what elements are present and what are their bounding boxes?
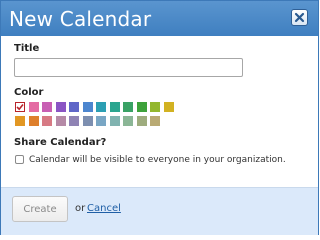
dialog-title: New Calendar [9, 7, 152, 31]
color-swatch[interactable] [83, 116, 93, 126]
color-swatch[interactable] [110, 102, 120, 112]
title-label: Title [14, 43, 40, 54]
cancel-link[interactable]: Cancel [87, 203, 121, 214]
color-swatch[interactable] [56, 102, 66, 112]
or-text: or [75, 203, 86, 214]
color-swatch[interactable] [150, 116, 160, 126]
color-swatch[interactable] [96, 102, 106, 112]
color-swatch[interactable] [96, 116, 106, 126]
color-swatch[interactable] [137, 116, 147, 126]
color-swatch[interactable] [42, 116, 52, 126]
color-swatch[interactable] [15, 116, 25, 126]
checkmark-icon [16, 103, 24, 111]
dialog-header: New Calendar [1, 1, 318, 36]
color-swatch[interactable] [164, 102, 174, 112]
color-swatch[interactable] [123, 102, 133, 112]
color-swatch[interactable] [56, 116, 66, 126]
title-input[interactable] [14, 58, 243, 77]
color-swatch[interactable] [15, 102, 25, 112]
create-button[interactable]: Create [12, 196, 68, 222]
color-label: Color [14, 87, 44, 98]
close-icon [294, 12, 305, 23]
dialog-footer: Create or Cancel [1, 187, 318, 235]
share-calendar-checkbox[interactable] [15, 155, 24, 164]
color-swatch[interactable] [123, 116, 133, 126]
color-swatch[interactable] [69, 116, 79, 126]
color-swatch[interactable] [29, 102, 39, 112]
color-swatch[interactable] [42, 102, 52, 112]
color-swatch[interactable] [150, 102, 160, 112]
color-swatch[interactable] [29, 116, 39, 126]
color-swatch[interactable] [137, 102, 147, 112]
share-calendar-checkbox-label: Calendar will be visible to everyone in … [29, 155, 286, 165]
share-calendar-label: Share Calendar? [14, 137, 107, 148]
color-swatch[interactable] [110, 116, 120, 126]
close-button[interactable] [291, 9, 308, 26]
new-calendar-dialog: New Calendar Title Color Share Calendar?… [0, 0, 319, 235]
color-swatch[interactable] [83, 102, 93, 112]
color-swatch[interactable] [69, 102, 79, 112]
